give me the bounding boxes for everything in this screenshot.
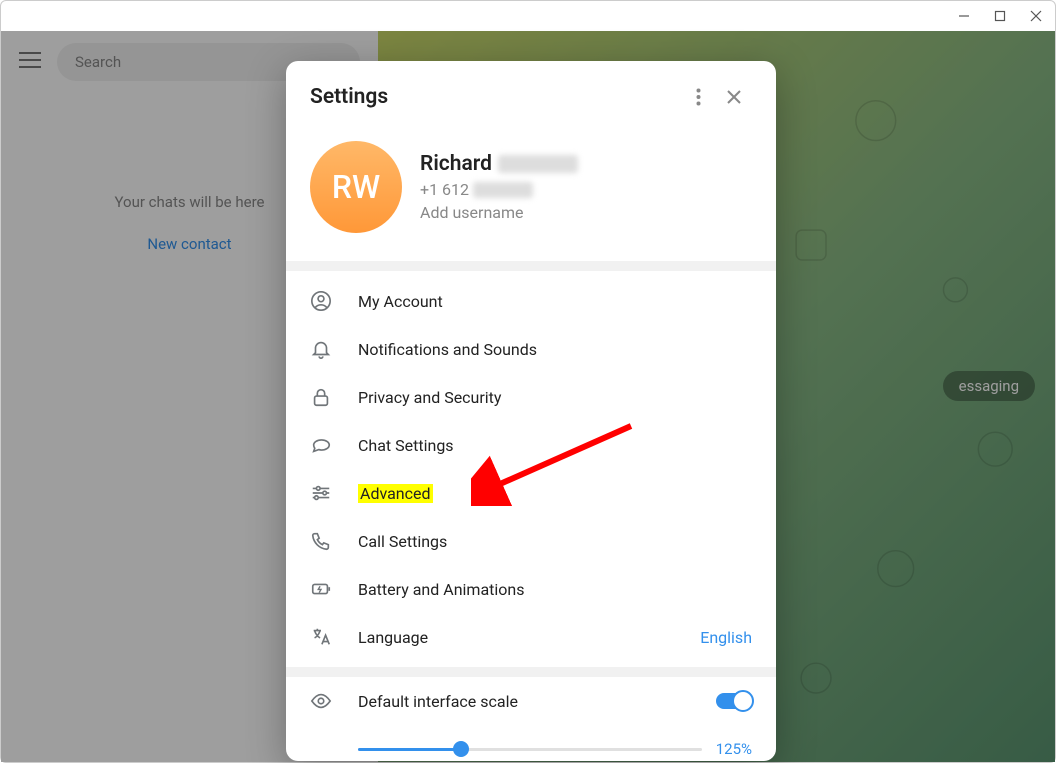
profile-first-name: Richard [420,152,492,176]
bell-icon [310,338,332,360]
menu-value: English [700,628,752,647]
settings-title: Settings [310,85,680,109]
divider [286,261,776,271]
language-icon [310,626,332,648]
add-username-link[interactable]: Add username [420,203,578,222]
menu-label: Privacy and Security [358,388,752,407]
menu-label: Call Settings [358,532,752,551]
close-icon[interactable] [716,79,752,115]
account-icon [310,290,332,312]
settings-menu: My Account Notifications and Sounds Priv… [286,271,776,667]
eye-icon [310,690,332,712]
profile-block[interactable]: RW Richard +1 612 Add username [286,133,776,261]
minimize-button[interactable] [955,7,973,25]
phone-icon [310,530,332,552]
menu-label: My Account [358,292,752,311]
slider-thumb[interactable] [453,741,469,757]
close-button[interactable] [1027,7,1045,25]
menu-label: Chat Settings [358,436,752,455]
menu-label: Advanced [358,484,752,503]
scale-label: Default interface scale [358,692,690,711]
scale-toggle[interactable] [716,693,752,709]
scale-slider[interactable] [358,748,702,751]
menu-item-notifications[interactable]: Notifications and Sounds [286,325,776,373]
menu-label: Notifications and Sounds [358,340,752,359]
interface-scale-section: Default interface scale 125% [286,677,776,758]
phone-prefix: +1 612 [420,180,469,199]
divider [286,667,776,677]
avatar: RW [310,141,402,233]
settings-header: Settings [286,61,776,133]
menu-item-advanced[interactable]: Advanced [286,469,776,517]
scale-header: Default interface scale [310,690,752,712]
menu-label: Battery and Animations [358,580,752,599]
menu-item-privacy[interactable]: Privacy and Security [286,373,776,421]
profile-phone: +1 612 [420,180,578,199]
menu-label: Language [358,628,674,647]
chat-icon [310,434,332,456]
battery-icon [310,578,332,600]
menu-item-chat-settings[interactable]: Chat Settings [286,421,776,469]
menu-item-battery[interactable]: Battery and Animations [286,565,776,613]
window-titlebar [1,1,1055,31]
redacted-last-name [498,155,578,173]
scale-slider-row: 125% [310,740,752,758]
scale-value: 125% [716,740,752,758]
lock-icon [310,386,332,408]
more-icon[interactable] [680,79,716,115]
menu-item-call-settings[interactable]: Call Settings [286,517,776,565]
profile-name: Richard [420,152,578,176]
slider-fill [358,748,461,751]
menu-item-language[interactable]: Language English [286,613,776,661]
highlighted-label: Advanced [358,484,433,503]
sliders-icon [310,482,332,504]
profile-text: Richard +1 612 Add username [420,152,578,222]
settings-modal: Settings RW Richard +1 612 Add username [286,61,776,761]
redacted-phone [473,182,533,198]
app-window: Search Your chats will be here New conta… [0,0,1056,763]
maximize-button[interactable] [991,7,1009,25]
menu-item-my-account[interactable]: My Account [286,277,776,325]
